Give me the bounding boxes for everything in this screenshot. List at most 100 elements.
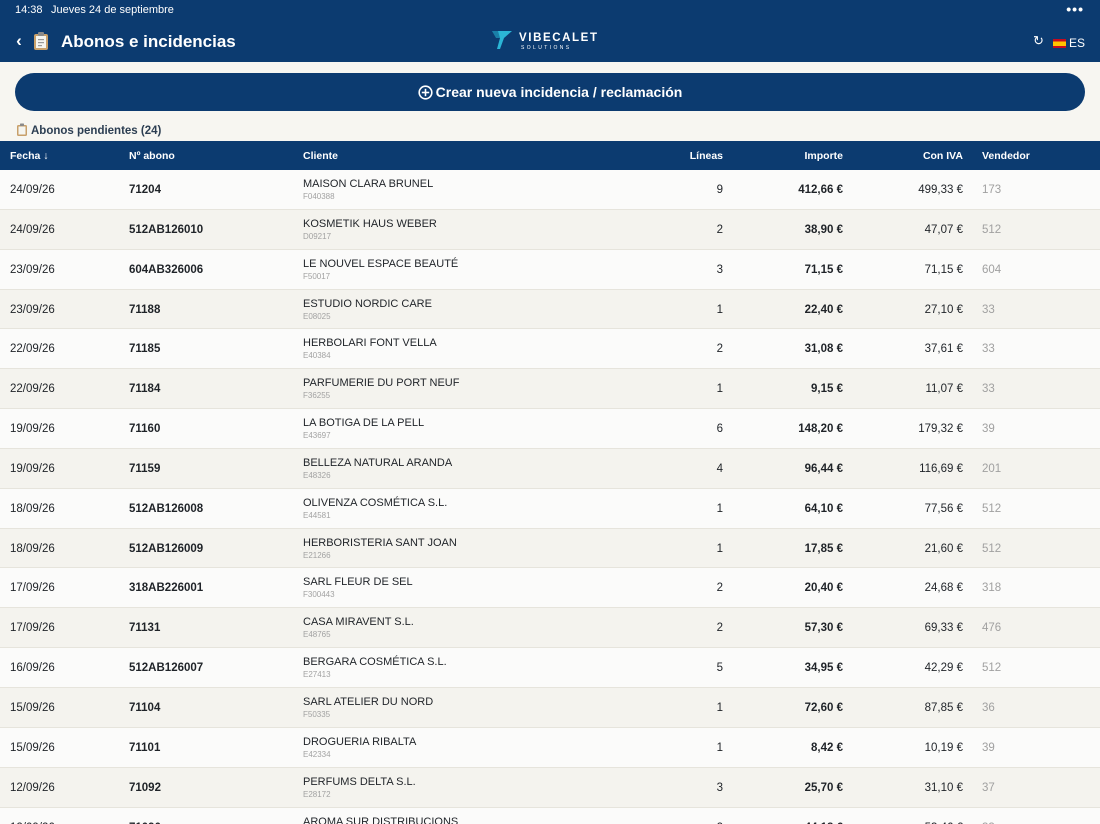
row-amount: 72,60 € bbox=[804, 701, 843, 714]
row-seller: 39 bbox=[982, 423, 995, 436]
row-client: PARFUMERIE DU PORT NEUF bbox=[303, 377, 460, 390]
column-con-iva[interactable]: Con IVA bbox=[923, 150, 963, 162]
row-number: 71204 bbox=[129, 184, 161, 196]
row-date: 24/09/26 bbox=[10, 184, 55, 196]
row-client-code: F040388 bbox=[303, 192, 335, 201]
row-client: SARL ATELIER DU NORD bbox=[303, 695, 434, 708]
column-cliente[interactable]: Cliente bbox=[303, 150, 338, 162]
status-date: Jueves 24 de septiembre bbox=[51, 4, 174, 16]
row-amount-with-vat: 179,32 € bbox=[918, 423, 963, 436]
row-amount: 9,15 € bbox=[811, 383, 843, 396]
row-amount-with-vat: 69,33 € bbox=[924, 622, 963, 635]
table-row[interactable]: 18/09/26 512AB126008 OLIVENZA COSMÉTICA S.… bbox=[0, 488, 1100, 529]
table-row[interactable]: 17/09/26 71131 CASA MIRAVENT S.L. E48765 2 57… bbox=[0, 608, 1100, 649]
row-number: 512AB126008 bbox=[129, 502, 204, 515]
row-amount: 34,95 € bbox=[804, 662, 843, 675]
row-number: 71159 bbox=[129, 462, 161, 475]
row-number: 71101 bbox=[129, 741, 161, 754]
column-lineas[interactable]: Líneas bbox=[690, 150, 723, 162]
table-row[interactable]: 19/09/26 71160 LA BOTIGA DE LA PELL E43697 6… bbox=[0, 409, 1100, 449]
table-row[interactable]: 15/09/26 71101 DROGUERIA RIBALTA E42334 1 8,4… bbox=[0, 727, 1100, 768]
row-lines: 9 bbox=[716, 184, 723, 196]
row-client-code: E21266 bbox=[303, 550, 331, 560]
row-seller: 33 bbox=[982, 343, 995, 356]
row-seller: 512 bbox=[982, 502, 1002, 515]
column-fecha[interactable]: Fecha ↓ bbox=[10, 150, 49, 162]
logo-mark-icon bbox=[492, 31, 512, 49]
language-selector[interactable]: ES bbox=[1053, 34, 1086, 50]
row-lines: 4 bbox=[716, 462, 723, 475]
row-seller: 39 bbox=[982, 741, 995, 754]
table-row[interactable]: 23/09/26 71188 ESTUDIO NORDIC CARE E08025 1 2… bbox=[0, 289, 1100, 330]
table-row[interactable]: 17/09/26 318AB226001 SARL FLEUR DE SEL F300… bbox=[0, 568, 1100, 609]
row-date: 17/09/26 bbox=[10, 622, 55, 635]
row-date: 18/09/26 bbox=[10, 502, 55, 515]
row-number: 318AB226001 bbox=[129, 582, 204, 595]
row-amount: 20,40 € bbox=[804, 582, 843, 595]
row-client-code: E44581 bbox=[303, 510, 331, 520]
row-date: 18/09/26 bbox=[10, 542, 55, 555]
table-row[interactable]: 22/09/26 71185 HERBOLARI FONT VELLA E40384 2… bbox=[0, 329, 1100, 370]
table-row[interactable]: 18/09/26 512AB126009 HERBORISTERIA SANT JO… bbox=[0, 528, 1100, 569]
table-row[interactable]: 24/09/26 512AB126010 KOSMETIK HAUS WEBER D0… bbox=[0, 209, 1100, 250]
row-amount-with-vat: 37,61 € bbox=[924, 343, 963, 356]
table-row[interactable]: 15/09/26 71104 SARL ATELIER DU NORD F50335 1… bbox=[0, 687, 1100, 728]
spain-flag-icon bbox=[1053, 39, 1066, 48]
row-client-code: E27413 bbox=[303, 670, 331, 680]
row-number: 512AB126010 bbox=[129, 223, 204, 236]
row-lines: 2 bbox=[716, 343, 723, 356]
row-client: HERBOLARI FONT VELLA bbox=[303, 337, 437, 350]
row-client: HERBORISTERIA SANT JOAN bbox=[303, 536, 457, 549]
row-number: 71092 bbox=[129, 781, 161, 794]
table-row[interactable]: 19/09/26 71159 BELLEZA NATURAL ARANDA E4832… bbox=[0, 448, 1100, 489]
row-amount: 71,15 € bbox=[804, 263, 843, 276]
column-importe[interactable]: Importe bbox=[804, 150, 843, 162]
row-amount-with-vat: 24,68 € bbox=[924, 582, 963, 595]
credit-notes-table: 24/09/26 71204 MAISON CLARA BRUNEL F040388 9… bbox=[0, 170, 1100, 824]
table-row[interactable]: 24/09/26 71204 MAISON CLARA BRUNEL F040388 9… bbox=[0, 170, 1100, 210]
row-lines: 1 bbox=[716, 383, 723, 396]
row-client-code: E28172 bbox=[303, 789, 331, 799]
row-amount-with-vat: 10,19 € bbox=[924, 741, 963, 754]
row-amount: 8,42 € bbox=[811, 741, 843, 754]
row-client-code: E40384 bbox=[303, 351, 331, 361]
row-amount-with-vat: 47,07 € bbox=[924, 223, 963, 236]
top-bar: 14:38 Jueves 24 de septiembre ••• ‹ Abon… bbox=[0, 0, 1100, 62]
table-row[interactable]: 12/09/2671090AROMA SUR DISTRIBUCIONS244,… bbox=[0, 807, 1100, 824]
table-row[interactable]: 23/09/26 604AB326006 LE NOUVEL ESPACE BEAU… bbox=[0, 249, 1100, 290]
language-label: ES bbox=[1069, 36, 1086, 50]
row-client: PERFUMS DELTA S.L. bbox=[303, 775, 416, 788]
table-row[interactable]: 12/09/26 71092 PERFUMS DELTA S.L. E28172 3 25… bbox=[0, 767, 1100, 808]
row-amount-with-vat: 11,07 € bbox=[925, 383, 963, 396]
row-client-code: F36255 bbox=[303, 391, 331, 401]
row-client: LA BOTIGA DE LA PELL bbox=[303, 417, 425, 430]
row-client-code: F50335 bbox=[303, 709, 331, 719]
row-client: LE NOUVEL ESPACE BEAUTÉ bbox=[303, 257, 459, 270]
clipboard-icon bbox=[17, 123, 27, 136]
table-row[interactable]: 16/09/26 512AB126007 BERGARA COSMÉTICA S.L… bbox=[0, 648, 1100, 688]
column-numero[interactable]: Nº abono bbox=[129, 150, 175, 162]
table-header: Fecha ↓ Nº abono Cliente Líneas Importe … bbox=[0, 141, 1100, 170]
row-date: 16/09/26 bbox=[10, 662, 55, 675]
column-vendedor[interactable]: Vendedor bbox=[982, 150, 1030, 162]
row-amount-with-vat: 27,10 € bbox=[924, 303, 963, 316]
row-lines: 3 bbox=[716, 781, 723, 794]
table-row[interactable]: 22/09/26 71184 PARFUMERIE DU PORT NEUF F362… bbox=[0, 369, 1100, 410]
row-seller: 201 bbox=[982, 462, 1002, 475]
row-amount: 22,40 € bbox=[804, 303, 843, 316]
row-date: 17/09/26 bbox=[10, 582, 55, 595]
row-amount-with-vat: 499,33 € bbox=[918, 184, 963, 196]
row-client: BERGARA COSMÉTICA S.L. bbox=[303, 656, 447, 669]
new-incident-button[interactable]: Crear nueva incidencia / reclamación bbox=[15, 73, 1085, 111]
row-lines: 2 bbox=[716, 582, 723, 595]
row-lines: 1 bbox=[716, 741, 723, 754]
row-lines: 6 bbox=[716, 423, 723, 436]
row-date: 22/09/26 bbox=[10, 343, 55, 356]
row-number: 71185 bbox=[129, 343, 161, 356]
row-lines: 2 bbox=[716, 622, 723, 635]
row-amount: 64,10 € bbox=[804, 502, 843, 515]
row-amount-with-vat: 42,29 € bbox=[924, 662, 963, 675]
refresh-button[interactable]: ↻ bbox=[1033, 33, 1044, 49]
row-amount: 412,66 € bbox=[798, 184, 843, 196]
back-button[interactable]: ‹ bbox=[12, 30, 26, 52]
